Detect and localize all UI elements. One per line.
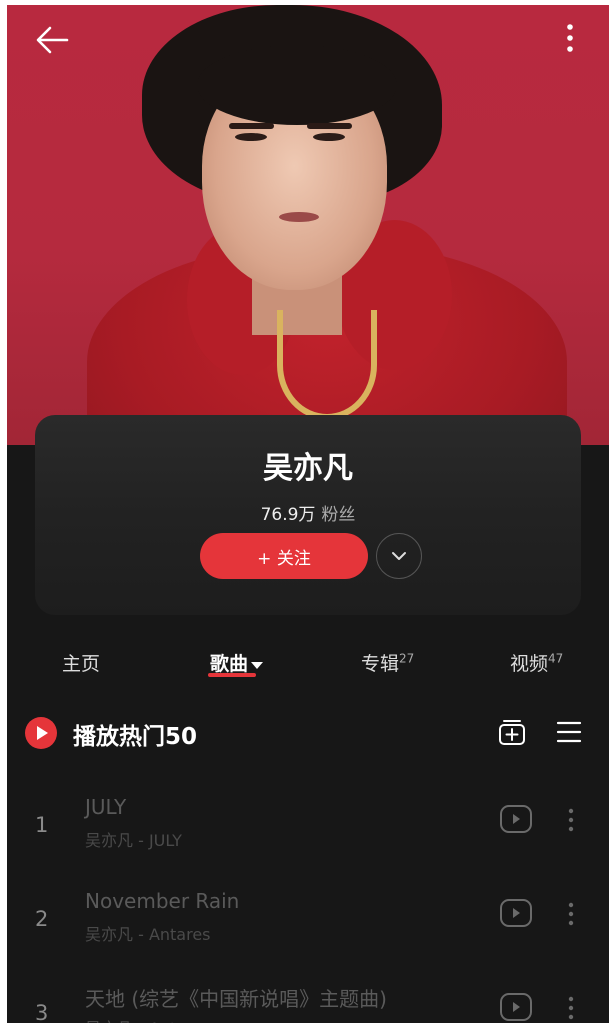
follow-label: + 关注 xyxy=(257,548,311,569)
song-more-button[interactable] xyxy=(561,805,581,835)
add-to-playlist-button[interactable] xyxy=(497,717,527,747)
song-more-button[interactable] xyxy=(561,993,581,1023)
tab-songs[interactable]: 歌曲 xyxy=(210,649,264,676)
list-icon xyxy=(556,721,582,743)
tab-albums[interactable]: 专辑27 xyxy=(361,649,414,676)
song-rank: 2 xyxy=(35,907,49,931)
mv-play-icon xyxy=(513,1002,520,1012)
tab-videos[interactable]: 视频47 xyxy=(510,649,563,676)
song-row[interactable]: 2 November Rain 吴亦凡 - Antares xyxy=(7,883,609,973)
tab-home[interactable]: 主页 xyxy=(62,649,100,676)
mv-button[interactable] xyxy=(500,805,532,833)
fans-label: 粉丝 xyxy=(321,505,356,525)
artist-name: 吴亦凡 xyxy=(263,451,353,486)
multi-select-button[interactable] xyxy=(554,717,584,747)
song-title: November Rain xyxy=(85,889,240,913)
play-icon xyxy=(37,726,48,740)
mv-play-icon xyxy=(513,814,520,824)
chevron-down-icon xyxy=(392,552,406,560)
artist-page: 吴亦凡 76.9万粉丝 + 关注 主页 歌曲 专辑27 视频47 播放热门50 xyxy=(7,5,609,1023)
song-title: JULY xyxy=(85,795,127,819)
song-title: 天地 (综艺《中国新说唱》主题曲) xyxy=(85,987,387,1011)
song-subtitle: 吴亦凡 - JULY xyxy=(85,831,182,850)
active-tab-indicator xyxy=(208,673,256,677)
back-arrow-icon xyxy=(36,26,69,54)
follow-button[interactable]: + 关注 xyxy=(200,533,368,579)
song-subtitle: 吴亦凡 - Antares xyxy=(85,925,211,944)
section-title: 播放热门50 xyxy=(73,724,198,750)
song-row[interactable]: 3 天地 (综艺《中国新说唱》主题曲) 吴亦凡 - Antares xyxy=(7,977,609,1023)
fans-count: 76.9万 粉丝 xyxy=(35,500,581,525)
caret-down-icon xyxy=(251,661,264,669)
videos-count: 47 xyxy=(548,651,564,666)
fans-number: 76.9万 xyxy=(260,505,316,525)
song-rank: 1 xyxy=(35,813,49,837)
more-options-button[interactable] xyxy=(555,19,585,59)
artist-photo xyxy=(7,5,609,445)
song-row[interactable]: 1 JULY 吴亦凡 - JULY xyxy=(7,789,609,879)
artist-info-card: 吴亦凡 76.9万 粉丝 + 关注 xyxy=(35,415,581,615)
more-vertical-icon xyxy=(568,808,574,832)
song-more-button[interactable] xyxy=(561,899,581,929)
mv-button[interactable] xyxy=(500,993,532,1021)
play-all-button[interactable] xyxy=(25,717,57,749)
song-subtitle: 吴亦凡 - Antares xyxy=(85,1015,211,1023)
expand-button[interactable] xyxy=(376,533,422,579)
albums-count: 27 xyxy=(399,651,415,666)
mv-play-icon xyxy=(513,908,520,918)
more-vertical-icon xyxy=(567,24,573,52)
mv-button[interactable] xyxy=(500,899,532,927)
back-button[interactable] xyxy=(33,21,73,61)
more-vertical-icon xyxy=(568,996,574,1020)
add-to-playlist-icon xyxy=(499,720,525,745)
more-vertical-icon xyxy=(568,902,574,926)
song-rank: 3 xyxy=(35,1001,49,1023)
